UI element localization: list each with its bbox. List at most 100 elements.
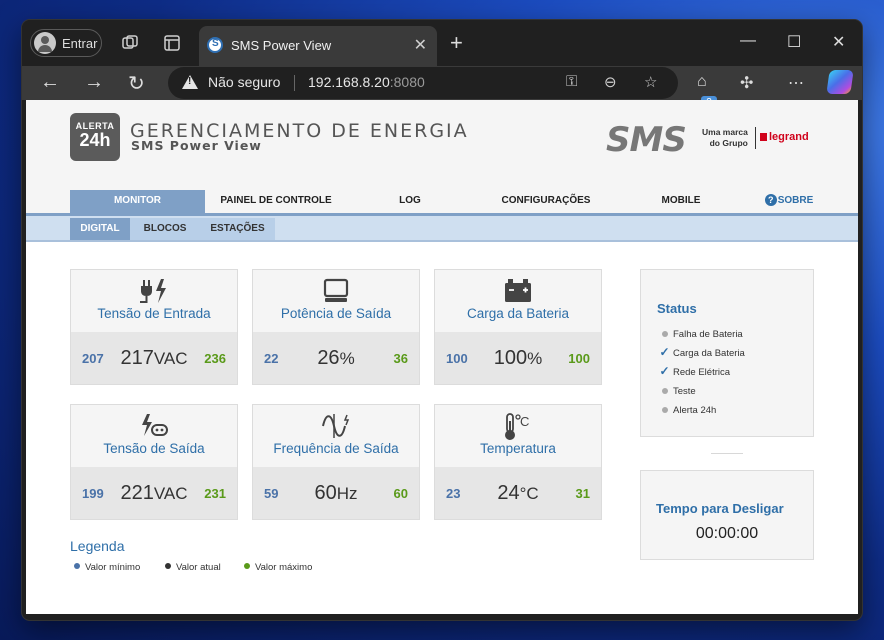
url-input[interactable]: Não seguro 192.168.8.20:8080 ⚿ ⊖ ☆	[168, 67, 678, 99]
current-number: 26	[317, 347, 340, 369]
tab-title: SMS Power View	[231, 38, 332, 53]
reload-icon[interactable]: ↻	[128, 71, 145, 96]
divider	[711, 453, 743, 454]
avatar-icon	[34, 32, 56, 54]
thermometer-icon: C	[435, 413, 601, 440]
battery-icon	[435, 278, 601, 304]
max-value: 236	[204, 351, 226, 366]
shutdown-title: Tempo para Desligar	[656, 501, 784, 516]
maximize-icon[interactable]: ☐	[787, 32, 801, 52]
copilot-icon[interactable]	[826, 70, 854, 94]
site-favicon-icon	[207, 37, 223, 53]
current-number: 217	[120, 347, 154, 369]
unit: %	[527, 349, 543, 368]
main-menu: MONITOR PAINEL DE CONTROLE LOG CONFIGURA…	[26, 190, 858, 214]
divider	[294, 75, 295, 91]
tab-digital[interactable]: DIGITAL	[70, 218, 130, 240]
unit: °C	[519, 484, 539, 503]
alerta24h-logo: ALERTA 24h	[70, 113, 120, 161]
brand-divider	[755, 127, 756, 149]
card-values: 59 60Hz 60	[253, 467, 419, 519]
minimize-icon[interactable]: —	[740, 32, 756, 50]
shutdown-panel: Tempo para Desligar 00:00:00	[640, 470, 814, 560]
status-off-icon	[659, 329, 670, 340]
card-label: Temperatura	[480, 441, 556, 456]
current-number: 221	[120, 482, 154, 504]
legend-item-max: Valor máximo	[244, 562, 312, 573]
unit: %	[339, 349, 355, 368]
card-tensao-entrada: Tensão de Entrada 207 217VAC 236	[70, 269, 238, 385]
card-label: Tensão de Saída	[103, 441, 205, 456]
legend-dot	[165, 563, 171, 569]
zoom-icon[interactable]: ⊖	[604, 73, 617, 91]
address-bar: ← → ↻ Não seguro 192.168.8.20:8080 ⚿ ⊖ ☆…	[22, 66, 862, 110]
card-frequencia-saida: Frequência de Saída 59 60Hz 60	[252, 404, 420, 520]
sub-menu: DIGITAL BLOCOS ESTAÇÕES	[26, 216, 858, 242]
menu-log[interactable]: LOG	[390, 190, 430, 213]
forward-icon[interactable]: →	[84, 71, 104, 94]
legend-label: Valor atual	[176, 562, 221, 573]
status-item: ✓ Carga da Bateria	[659, 346, 745, 359]
brand-note: Uma marca do Grupo	[702, 127, 748, 149]
profile-button[interactable]: Entrar	[30, 29, 102, 57]
favorite-star-icon[interactable]: ☆	[644, 73, 657, 91]
card-label: Tensão de Entrada	[97, 306, 211, 321]
profile-label: Entrar	[62, 35, 98, 51]
web-page: ALERTA 24h GERENCIAMENTO DE ENERGIA SMS …	[26, 100, 858, 614]
back-icon[interactable]: ←	[40, 71, 60, 94]
status-item: Alerta 24h	[659, 405, 716, 416]
tab-estacoes[interactable]: ESTAÇÕES	[200, 218, 275, 240]
svg-text:C: C	[520, 414, 529, 429]
menu-monitor[interactable]: MONITOR	[70, 190, 205, 213]
security-label[interactable]: Não seguro	[208, 74, 280, 90]
shutdown-timer: 00:00:00	[695, 525, 759, 542]
brand-note-line2: do Grupo	[709, 138, 748, 148]
legend-label: Valor mínimo	[85, 562, 141, 573]
close-tab-icon[interactable]: ✕	[414, 35, 427, 55]
max-value: 231	[204, 486, 226, 501]
url-port: :8080	[389, 74, 425, 90]
unit: VAC	[153, 484, 188, 503]
check-icon: ✓	[659, 364, 670, 378]
legend-dot	[74, 563, 80, 569]
legrand-logo: legrand	[760, 131, 809, 143]
page-header: ALERTA 24h GERENCIAMENTO DE ENERGIA SMS …	[26, 100, 858, 242]
card-potencia-saida: Potência de Saída 22 26% 36	[252, 269, 420, 385]
home-icon[interactable]: ⌂	[697, 73, 707, 91]
status-item: ✓ Rede Elétrica	[659, 364, 730, 378]
active-tab[interactable]: SMS Power View ✕	[199, 26, 437, 66]
tab-actions-icon[interactable]	[162, 33, 182, 53]
status-item: Falha de Bateria	[659, 329, 743, 340]
status-item: Teste	[659, 386, 696, 397]
tab-bar: Entrar SMS Power View ✕ + — ☐ ✕	[22, 20, 862, 66]
card-label: Carga da Bateria	[466, 306, 570, 321]
status-label: Carga da Bateria	[673, 348, 745, 359]
more-menu-icon[interactable]: ⋯	[788, 73, 804, 93]
card-values: 207 217VAC 236	[71, 332, 237, 384]
legend-title: Legenda	[70, 538, 125, 554]
menu-mobile[interactable]: MOBILE	[658, 190, 704, 213]
close-window-icon[interactable]: ✕	[832, 32, 845, 52]
max-value: 100	[568, 351, 590, 366]
card-values: 22 26% 36	[253, 332, 419, 384]
page-subtitle: SMS Power View	[131, 138, 262, 153]
legend-dot	[244, 563, 250, 569]
card-tensao-saida: Tensão de Saída 199 221VAC 231	[70, 404, 238, 520]
extensions-icon[interactable]: ✣	[740, 73, 753, 93]
card-label: Frequência de Saída	[273, 441, 399, 456]
current-number: 24	[497, 482, 520, 504]
url-text: 192.168.8.20:8080	[308, 74, 425, 90]
workspaces-icon[interactable]	[120, 33, 140, 53]
new-tab-icon[interactable]: +	[450, 30, 463, 56]
menu-configuracoes[interactable]: CONFIGURAÇÕES	[498, 190, 594, 213]
menu-painel-de-controle[interactable]: PAINEL DE CONTROLE	[216, 190, 336, 213]
card-values: 199 221VAC 231	[71, 467, 237, 519]
key-icon[interactable]: ⚿	[566, 73, 577, 90]
browser-window: Entrar SMS Power View ✕ + — ☐ ✕ ← → ↻ Nã…	[22, 20, 862, 620]
status-label: Alerta 24h	[673, 405, 717, 416]
unit: VAC	[153, 349, 188, 368]
menu-sobre-label: SOBRE	[777, 195, 814, 206]
menu-sobre[interactable]: ? SOBRE	[762, 190, 816, 213]
tab-blocos[interactable]: BLOCOS	[130, 218, 200, 240]
brand-note-line1: Uma marca	[702, 127, 748, 137]
